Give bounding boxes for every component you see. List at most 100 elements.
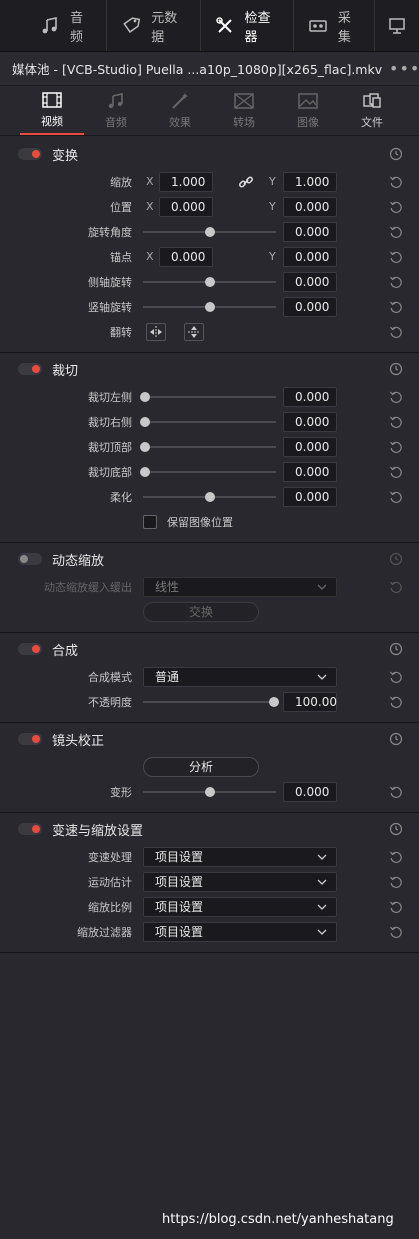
reset-icon[interactable] [389, 275, 403, 289]
softness-field[interactable]: 0.000 [283, 486, 337, 507]
lens-toggle[interactable] [18, 733, 42, 745]
subtab-file-label: 文件 [361, 115, 383, 129]
retain-position-label: 保留图像位置 [167, 515, 233, 529]
analyze-button[interactable]: 分析 [143, 756, 259, 777]
subtab-transition[interactable]: 转场 [212, 86, 276, 135]
softness-slider[interactable] [143, 492, 276, 502]
flip-label: 翻转 [110, 325, 132, 339]
crop-bottom-field[interactable]: 0.000 [283, 461, 337, 482]
anchor-x-field[interactable]: 0.000 [159, 246, 213, 267]
retime-process-dropdown[interactable]: 项目设置 [143, 846, 337, 867]
resize-filter-dropdown[interactable]: 项目设置 [143, 921, 337, 942]
crop-left-slider[interactable] [140, 392, 276, 402]
tab-capture[interactable]: 采集 [294, 0, 375, 51]
motion-estimation-dropdown[interactable]: 项目设置 [143, 871, 337, 892]
opacity-label: 不透明度 [88, 695, 132, 709]
zoom-y-field[interactable]: 1.000 [283, 171, 337, 192]
scaling-dropdown[interactable]: 项目设置 [143, 896, 337, 917]
reset-icon[interactable] [389, 580, 403, 594]
composite-toggle[interactable] [18, 643, 42, 655]
reset-icon[interactable] [389, 670, 403, 684]
dynamic-zoom-toggle[interactable] [18, 553, 42, 565]
yaw-field[interactable]: 0.000 [283, 296, 337, 317]
tab-monitor[interactable] [375, 0, 419, 51]
crop-header: 裁切 [0, 354, 419, 384]
crop-bottom-slider[interactable] [140, 467, 276, 477]
subtab-video[interactable]: 视频 [20, 86, 84, 135]
reset-icon[interactable] [389, 415, 403, 429]
motion-estimation-value: 项目设置 [155, 875, 204, 889]
crop-top-slider[interactable] [140, 442, 276, 452]
crop-right-field[interactable]: 0.000 [283, 411, 337, 432]
dynamic-zoom-ease-dropdown[interactable]: 线性 [143, 576, 337, 597]
reset-icon[interactable] [389, 225, 403, 239]
composite-section: 合成 合成模式 普通 不透明度 100.00 [0, 633, 419, 723]
transform-toggle[interactable] [18, 148, 42, 160]
reset-icon[interactable] [389, 325, 403, 339]
retain-position-checkbox[interactable] [143, 514, 157, 529]
reset-icon[interactable] [389, 200, 403, 214]
analyze-row: 分析 [0, 754, 419, 779]
reset-icon[interactable] [389, 490, 403, 504]
subtab-file[interactable]: 文件 [340, 86, 404, 135]
dynamic-zoom-ease-label: 动态缩放缓入缓出 [44, 580, 132, 594]
crop-left-field[interactable]: 0.000 [283, 386, 337, 407]
subtab-effects[interactable]: 效果 [148, 86, 212, 135]
pitch-row: 侧轴旋转 0.000 [0, 269, 419, 294]
tab-inspector[interactable]: 检查器 [201, 0, 294, 51]
reset-icon[interactable] [389, 925, 403, 939]
tab-audio-label: 音频 [70, 10, 84, 45]
reset-icon[interactable] [389, 390, 403, 404]
rotation-slider[interactable] [143, 227, 276, 237]
reset-section-icon[interactable] [389, 732, 403, 746]
rotation-field[interactable]: 0.000 [283, 221, 337, 242]
flip-horizontal-button[interactable] [146, 322, 166, 341]
flip-vertical-button[interactable] [184, 322, 204, 341]
pitch-slider[interactable] [143, 277, 276, 287]
reset-icon[interactable] [389, 785, 403, 799]
reset-section-icon[interactable] [389, 642, 403, 656]
pitch-field[interactable]: 0.000 [283, 271, 337, 292]
zoom-row: 缩放 X 1.000 Y 1.000 [0, 169, 419, 194]
x-axis-label: X [146, 175, 154, 188]
opacity-field[interactable]: 100.00 [283, 691, 337, 712]
crop-toggle[interactable] [18, 363, 42, 375]
x-axis-label: X [146, 250, 154, 263]
anchor-y-field[interactable]: 0.000 [283, 246, 337, 267]
tab-audio[interactable]: 音频 [26, 0, 108, 51]
reset-icon[interactable] [389, 850, 403, 864]
composite-mode-value: 普通 [155, 670, 180, 684]
swap-button[interactable]: 交换 [143, 601, 259, 622]
reset-section-icon[interactable] [389, 552, 403, 566]
reset-icon[interactable] [389, 465, 403, 479]
flip-row: 翻转 [0, 319, 419, 344]
reset-icon[interactable] [389, 695, 403, 709]
subtab-image[interactable]: 图像 [276, 86, 340, 135]
composite-mode-dropdown[interactable]: 普通 [143, 666, 337, 687]
reset-section-icon[interactable] [389, 822, 403, 836]
reset-section-icon[interactable] [389, 362, 403, 376]
distortion-field[interactable]: 0.000 [283, 781, 337, 802]
distortion-slider[interactable] [143, 787, 276, 797]
reset-icon[interactable] [389, 900, 403, 914]
zoom-x-field[interactable]: 1.000 [159, 171, 213, 192]
more-options-icon[interactable]: ••• [389, 59, 419, 78]
crop-top-field[interactable]: 0.000 [283, 436, 337, 457]
watermark-text: https://blog.csdn.net/yanheshatang [162, 1212, 394, 1227]
position-y-field[interactable]: 0.000 [283, 196, 337, 217]
reset-icon[interactable] [389, 250, 403, 264]
reset-icon[interactable] [389, 300, 403, 314]
retime-toggle[interactable] [18, 823, 42, 835]
crop-right-slider[interactable] [140, 417, 276, 427]
tab-metadata[interactable]: 元数据 [107, 0, 201, 51]
reset-icon[interactable] [389, 175, 403, 189]
crop-bottom-row: 裁切底部 0.000 [0, 459, 419, 484]
yaw-slider[interactable] [143, 302, 276, 312]
subtab-audio[interactable]: 音频 [84, 86, 148, 135]
reset-section-icon[interactable] [389, 147, 403, 161]
opacity-slider[interactable] [143, 697, 279, 707]
reset-icon[interactable] [389, 440, 403, 454]
position-x-field[interactable]: 0.000 [159, 196, 213, 217]
reset-icon[interactable] [389, 875, 403, 889]
link-icon[interactable] [238, 174, 254, 190]
